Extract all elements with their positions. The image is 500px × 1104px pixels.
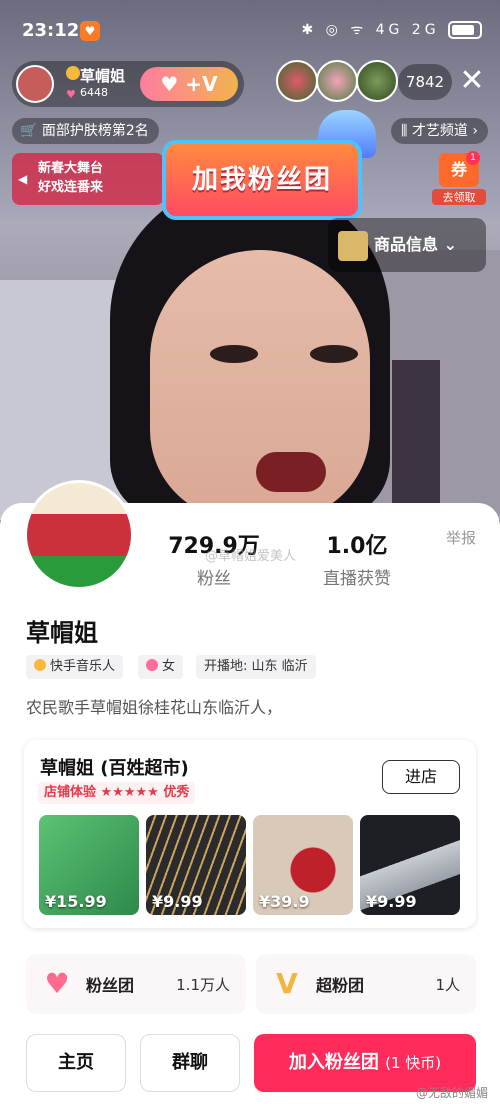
battery-icon	[448, 21, 482, 39]
shop-name: 草帽姐 (百姓超市)	[40, 758, 189, 779]
event-banner-line2: 好戏连番来	[38, 180, 104, 195]
heart-icon: ♥	[44, 967, 70, 1000]
join-fan-banner[interactable]: 加我粉丝团	[162, 140, 362, 220]
viewer-avatar-2[interactable]	[316, 60, 358, 102]
group-chat-button[interactable]: 群聊	[140, 1034, 240, 1092]
product-item[interactable]: ¥9.99	[146, 815, 246, 915]
shop-rating: 店铺体验 ★★★★★ 优秀	[38, 782, 196, 804]
product-item[interactable]: ¥39.9	[253, 815, 353, 915]
fan-group-card[interactable]: ♥ 粉丝团 1.1万人	[26, 954, 246, 1014]
super-fans-card[interactable]: V 超粉团 1人	[256, 954, 476, 1014]
channel-icon: ⫼	[401, 123, 412, 139]
heart-icon: ♥	[160, 72, 186, 96]
streamer-eye-right	[310, 345, 358, 363]
goods-info-button[interactable]: 商品信息 ⌄	[328, 218, 486, 272]
report-link[interactable]: 举报	[446, 527, 476, 548]
fan-group-count: 1.1万人	[176, 976, 230, 994]
status-icons: ✱ ◎ ᯤ 4G 2G	[302, 20, 482, 39]
likes-label: 直播获赞	[323, 569, 391, 589]
channel-chip[interactable]: ⫼ 才艺频道 ›	[391, 118, 488, 144]
chevron-left-icon: ◀	[18, 172, 28, 186]
host-avatar[interactable]	[16, 65, 54, 103]
cart-icon: 🛒	[20, 123, 42, 139]
event-banner-line1: 新春大舞台	[38, 161, 104, 176]
goods-thumbnail	[338, 230, 368, 261]
fan-group-title: 粉丝团	[86, 976, 135, 995]
host-info[interactable]: 草帽姐 ♥ 6448 ♥ +V	[12, 61, 244, 107]
streamer-mouth	[256, 452, 326, 492]
rank-chip[interactable]: 🛒 面部护肤榜第2名	[12, 118, 159, 144]
music-note-icon	[34, 659, 46, 671]
corner-watermark: @无敌的媚媚	[415, 1086, 488, 1100]
viewer-count[interactable]: 7842	[398, 64, 452, 100]
product-item[interactable]: ¥15.99	[39, 815, 139, 915]
host-name: 草帽姐	[80, 67, 126, 85]
super-fans-count: 1人	[435, 976, 460, 994]
likes-count: 1.0亿	[326, 534, 388, 559]
shop-card[interactable]: 草帽姐 (百姓超市) 店铺体验 ★★★★★ 优秀 进店 ¥15.99 ¥9.99…	[24, 740, 476, 928]
tag-location: 开播地: 山东 临沂	[196, 655, 316, 679]
tag-gender: 女	[138, 655, 184, 679]
follow-button[interactable]: ♥ +V	[140, 67, 238, 101]
music-note-icon	[66, 66, 80, 80]
streamer-eye-left	[210, 345, 258, 363]
viewer-avatar-1[interactable]	[276, 60, 318, 102]
host-likes: 6448	[80, 86, 108, 99]
product-price: ¥9.99	[366, 892, 417, 911]
door	[392, 360, 440, 520]
tag-musician: 快手音乐人	[26, 655, 124, 679]
enter-shop-button[interactable]: 进店	[382, 760, 460, 794]
coupon-claim-label: 去领取	[432, 189, 486, 205]
profile-avatar[interactable]	[24, 480, 134, 590]
home-button[interactable]: 主页	[26, 1034, 126, 1092]
female-icon	[146, 659, 158, 671]
close-icon[interactable]: ✕	[454, 62, 490, 100]
product-price: ¥15.99	[45, 892, 107, 911]
app-icon: ♥	[80, 21, 100, 41]
heart-icon: ♥	[66, 88, 76, 101]
coupon-widget[interactable]: 券 1 去领取	[432, 151, 486, 205]
product-item[interactable]: ¥9.99	[360, 815, 460, 915]
viewer-avatar-3[interactable]	[356, 60, 398, 102]
product-price: ¥9.99	[152, 892, 203, 911]
status-time: 23:12	[22, 20, 80, 41]
super-fans-title: 超粉团	[316, 976, 365, 995]
status-bar: 23:12 ♥ ✱ ◎ ᯤ 4G 2G	[0, 0, 500, 64]
coupon-badge: 1	[466, 151, 480, 165]
product-price: ¥39.9	[259, 892, 310, 911]
likes-stat: 1.0亿 直播获赞	[312, 528, 402, 589]
watermark: @草帽姐爱美人	[205, 549, 297, 564]
v-badge-icon: V	[276, 967, 298, 1000]
event-banner[interactable]: ◀ 新春大舞台 好戏连番来	[12, 153, 164, 205]
profile-name: 草帽姐	[26, 619, 98, 647]
profile-bio: 农民歌手草帽姐徐桂花山东临沂人，	[26, 698, 283, 717]
fans-label: 粉丝	[197, 569, 231, 589]
